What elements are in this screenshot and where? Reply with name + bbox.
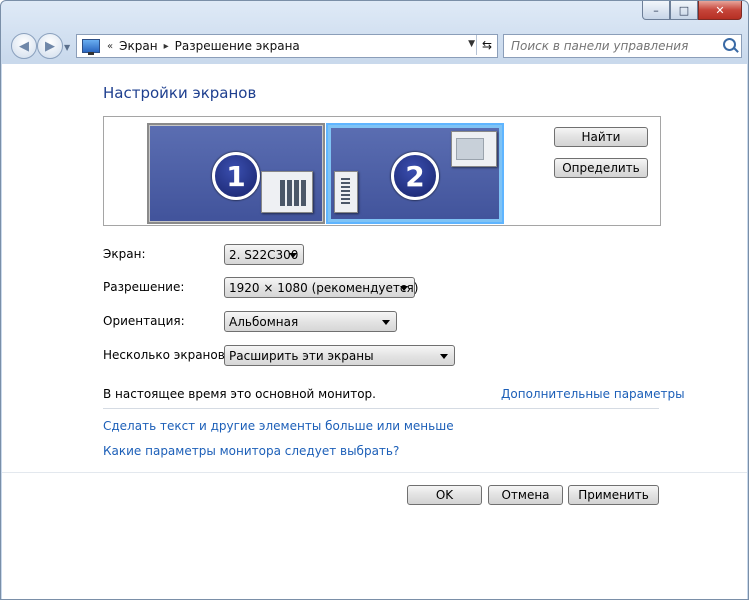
window-thumbnail-icon — [334, 171, 358, 213]
footer-divider — [2, 472, 747, 473]
resolution-label: Разрешение: — [103, 280, 185, 294]
resolution-select[interactable]: 1920 × 1080 (рекомендуется) — [224, 277, 419, 298]
window-thumbnail-icon — [261, 171, 313, 213]
minimize-button[interactable]: – — [642, 1, 670, 20]
orientation-label: Ориентация: — [103, 314, 185, 328]
cancel-button[interactable]: Отмена — [488, 485, 563, 505]
multiple-displays-select[interactable]: Расширить эти экраны — [224, 345, 455, 366]
back-button[interactable]: ◀ — [11, 33, 37, 59]
breadcrumb-separator[interactable]: ▸ — [164, 41, 169, 52]
multiple-displays-label: Несколько экранов: — [103, 348, 229, 362]
forward-button[interactable]: ▶ — [37, 33, 63, 59]
address-bar[interactable]: « Экран ▸ Разрешение экрана ▼ ⇆ — [76, 34, 498, 58]
page-title: Настройки экранов — [103, 84, 257, 102]
display-select[interactable]: 2. S22C300 — [224, 244, 304, 265]
monitor-number-1: 1 — [212, 152, 260, 200]
advanced-settings-link[interactable]: Дополнительные параметры — [501, 387, 685, 401]
arrow-left-icon: ◀ — [19, 38, 29, 54]
resolution-select-value: 1920 × 1080 (рекомендуется) — [229, 280, 419, 295]
content-area: Настройки экранов 1 2 Найти Определить Э… — [2, 64, 747, 599]
refresh-icon: ⇆ — [481, 38, 493, 52]
maximize-button[interactable]: □ — [670, 1, 698, 20]
main-monitor-status: В настоящее время это основной монитор. — [103, 387, 376, 401]
close-button[interactable]: ✕ — [698, 1, 742, 20]
close-icon: ✕ — [715, 3, 725, 17]
ok-button[interactable]: OK — [407, 485, 482, 505]
chevron-down-icon — [440, 354, 448, 359]
chevron-down-icon — [382, 320, 390, 325]
title-bar: – □ ✕ — [1, 1, 748, 29]
monitor-arrangement-panel: 1 2 Найти Определить — [103, 116, 661, 226]
monitor-2[interactable]: 2 — [326, 123, 504, 224]
identify-button[interactable]: Определить — [554, 158, 648, 178]
address-dropdown-icon[interactable]: ▼ — [468, 39, 475, 49]
arrow-right-icon: ▶ — [45, 38, 55, 54]
breadcrumb-item-resolution[interactable]: Разрешение экрана — [175, 39, 300, 53]
find-button[interactable]: Найти — [554, 127, 648, 147]
chevron-down-icon — [400, 286, 408, 291]
minimize-icon: – — [653, 3, 659, 17]
multiple-displays-select-value: Расширить эти экраны — [229, 348, 374, 363]
control-panel-window: – □ ✕ ◀ ▶ ▼ « Экран ▸ Разрешение экрана … — [0, 0, 749, 600]
orientation-select[interactable]: Альбомная — [224, 311, 397, 332]
chevron-down-icon — [289, 253, 297, 258]
orientation-select-value: Альбомная — [229, 314, 299, 329]
apply-button[interactable]: Применить — [568, 485, 659, 505]
breadcrumb-item-display[interactable]: Экран — [119, 39, 157, 53]
refresh-button[interactable]: ⇆ — [476, 35, 497, 55]
display-icon — [82, 39, 100, 55]
which-settings-link[interactable]: Какие параметры монитора следует выбрать… — [103, 444, 399, 458]
monitor-1[interactable]: 1 — [147, 123, 325, 224]
window-thumbnail-icon — [451, 131, 497, 167]
text-size-link[interactable]: Сделать текст и другие элементы больше и… — [103, 419, 454, 433]
search-input[interactable] — [504, 38, 718, 54]
caption-buttons: – □ ✕ — [642, 1, 742, 20]
display-label: Экран: — [103, 247, 146, 261]
maximize-icon: □ — [678, 3, 690, 17]
monitor-number-2: 2 — [391, 152, 439, 200]
search-box — [503, 34, 742, 58]
breadcrumb-overflow[interactable]: « — [107, 41, 113, 52]
divider — [103, 408, 659, 409]
search-icon[interactable] — [723, 38, 736, 51]
recent-pages-dropdown[interactable]: ▼ — [64, 43, 70, 52]
navigation-bar: ◀ ▶ ▼ « Экран ▸ Разрешение экрана ▼ ⇆ — [1, 29, 748, 63]
